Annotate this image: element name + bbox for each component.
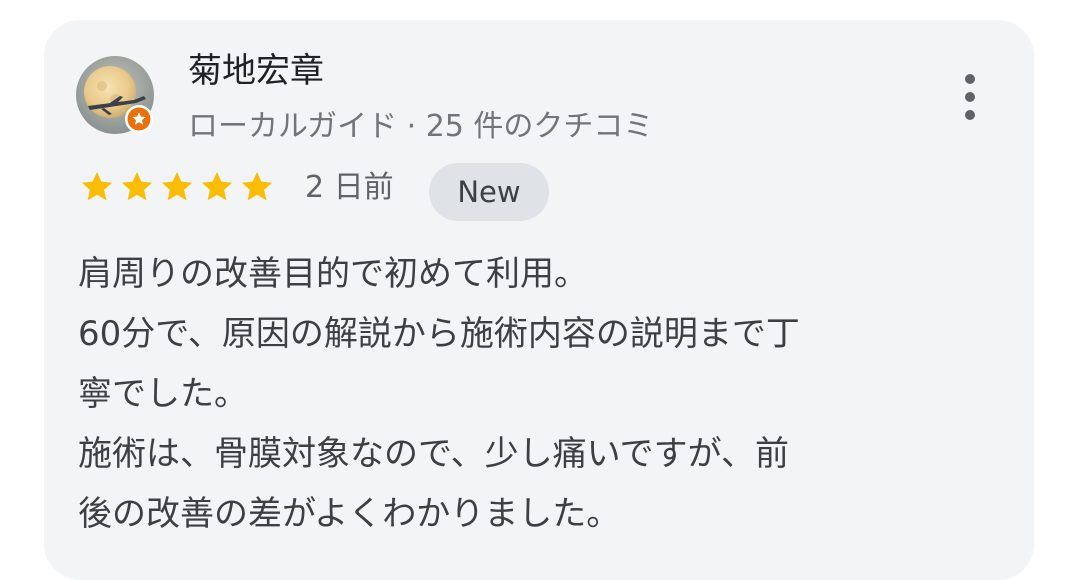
author-name[interactable]: 菊地宏章	[188, 46, 324, 96]
more-vert-icon-dot	[965, 92, 975, 102]
more-options-button[interactable]	[946, 68, 994, 126]
review-date: 2 日前	[305, 170, 394, 205]
review-text-line: 後の改善の差がよくわかりました。	[78, 494, 621, 534]
star-icon	[161, 171, 193, 201]
review-text-line: 肩周りの改善目的で初めて利用。	[78, 254, 588, 294]
review-text-line: 寧でした。	[78, 374, 248, 414]
author-meta[interactable]: ローカルガイド · 25 件のクチコミ	[188, 104, 653, 150]
star-icon	[201, 171, 233, 201]
new-badge: New	[429, 163, 549, 221]
local-guide-badge-icon	[125, 105, 153, 133]
star-rating	[78, 168, 276, 206]
more-vert-icon	[965, 74, 975, 84]
author-avatar[interactable]	[76, 56, 154, 134]
more-vert-icon-dot	[965, 110, 975, 120]
review-text-line: 施術は、骨膜対象なので、少し痛いですが、前	[78, 434, 789, 474]
star-icon	[241, 171, 273, 201]
review-text[interactable]: 肩周りの改善目的で初めて利用。 60分で、原因の解説から施術内容の説明まで丁 寧…	[78, 244, 998, 544]
star-icon	[81, 171, 113, 201]
review-text-line: 60分で、原因の解説から施術内容の説明まで丁	[78, 314, 800, 354]
star-icon	[121, 171, 153, 201]
